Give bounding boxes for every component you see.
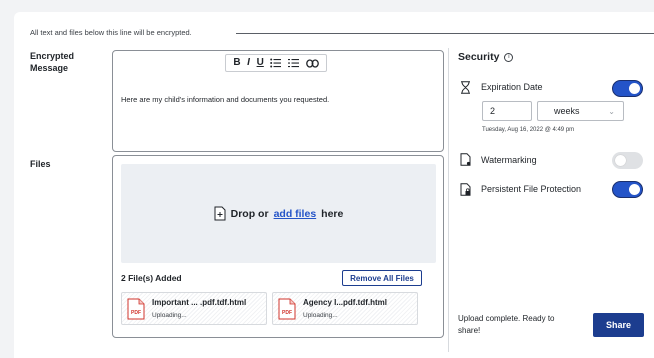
chevron-down-icon: ⌄ <box>608 107 615 116</box>
files-label: Files <box>30 159 51 169</box>
section-divider <box>448 48 449 352</box>
file-name: Important ... .pdf.tdf.html <box>152 298 247 307</box>
svg-text:PDF: PDF <box>131 310 141 316</box>
info-icon[interactable]: i <box>504 52 514 62</box>
toggle-knob <box>615 155 626 166</box>
encryption-divider <box>236 33 654 34</box>
underline-icon[interactable]: U <box>257 57 264 69</box>
drop-prefix: Drop or <box>230 207 269 220</box>
persistent-protection-label: Persistent File Protection <box>481 184 582 194</box>
message-label-line2: Message <box>30 63 69 73</box>
file-add-icon <box>214 206 226 221</box>
toggle-knob <box>629 83 640 94</box>
files-added-count: 2 File(s) Added <box>121 273 182 283</box>
file-name: Agency I...pdf.tdf.html <box>303 298 387 307</box>
remove-all-files-button[interactable]: Remove All Files <box>342 270 422 286</box>
share-button[interactable]: Share <box>593 313 644 337</box>
pdf-icon: PDF <box>127 298 145 320</box>
persistent-protection-toggle[interactable] <box>612 181 643 198</box>
drop-suffix: here <box>321 207 344 220</box>
security-title: Security <box>458 51 500 63</box>
watermarking-toggle[interactable] <box>612 152 643 169</box>
toggle-knob <box>629 184 640 195</box>
bullet-list-icon[interactable] <box>270 58 282 68</box>
expiration-amount-input[interactable]: 2 <box>482 101 532 121</box>
hourglass-icon <box>461 81 470 94</box>
format-toolbar: B I U <box>225 54 327 72</box>
message-label: Encrypted Message <box>30 50 74 74</box>
watermark-file-icon <box>460 153 471 166</box>
link-icon[interactable] <box>305 58 319 68</box>
svg-text:PDF: PDF <box>282 310 292 316</box>
expiration-unit-select[interactable]: weeks ⌄ <box>537 101 624 121</box>
file-status: Uploading... <box>152 312 187 319</box>
italic-icon[interactable]: I <box>247 57 250 69</box>
file-status: Uploading... <box>303 312 338 319</box>
expiration-date-text: Tuesday, Aug 16, 2022 @ 4:49 pm <box>482 127 575 133</box>
upload-status: Upload complete. Ready to share! <box>458 314 555 335</box>
encryption-notice: All text and files below this line will … <box>30 28 192 37</box>
expiration-toggle[interactable] <box>612 80 643 97</box>
message-editor[interactable]: B I U Here are my child's information an… <box>112 50 444 152</box>
numbered-list-icon[interactable] <box>288 58 300 68</box>
message-text[interactable]: Here are my child's information and docu… <box>121 95 329 104</box>
pdf-icon: PDF <box>278 298 296 320</box>
add-files-link[interactable]: add files <box>274 208 317 220</box>
expiration-unit-value: weeks <box>554 106 580 116</box>
share-panel: All text and files below this line will … <box>14 12 654 358</box>
file-item[interactable]: PDF Agency I...pdf.tdf.html Uploading... <box>272 292 418 325</box>
file-item[interactable]: PDF Important ... .pdf.tdf.html Uploadin… <box>121 292 267 325</box>
bold-icon[interactable]: B <box>233 57 240 69</box>
protected-file-icon <box>460 183 471 196</box>
watermarking-label: Watermarking <box>481 155 537 165</box>
expiration-label: Expiration Date <box>481 82 543 92</box>
file-dropzone[interactable]: Drop or add files here <box>121 164 436 263</box>
message-label-line1: Encrypted <box>30 51 75 61</box>
files-panel: Drop or add files here 2 File(s) Added R… <box>112 155 444 338</box>
security-heading: Security i <box>458 51 514 63</box>
